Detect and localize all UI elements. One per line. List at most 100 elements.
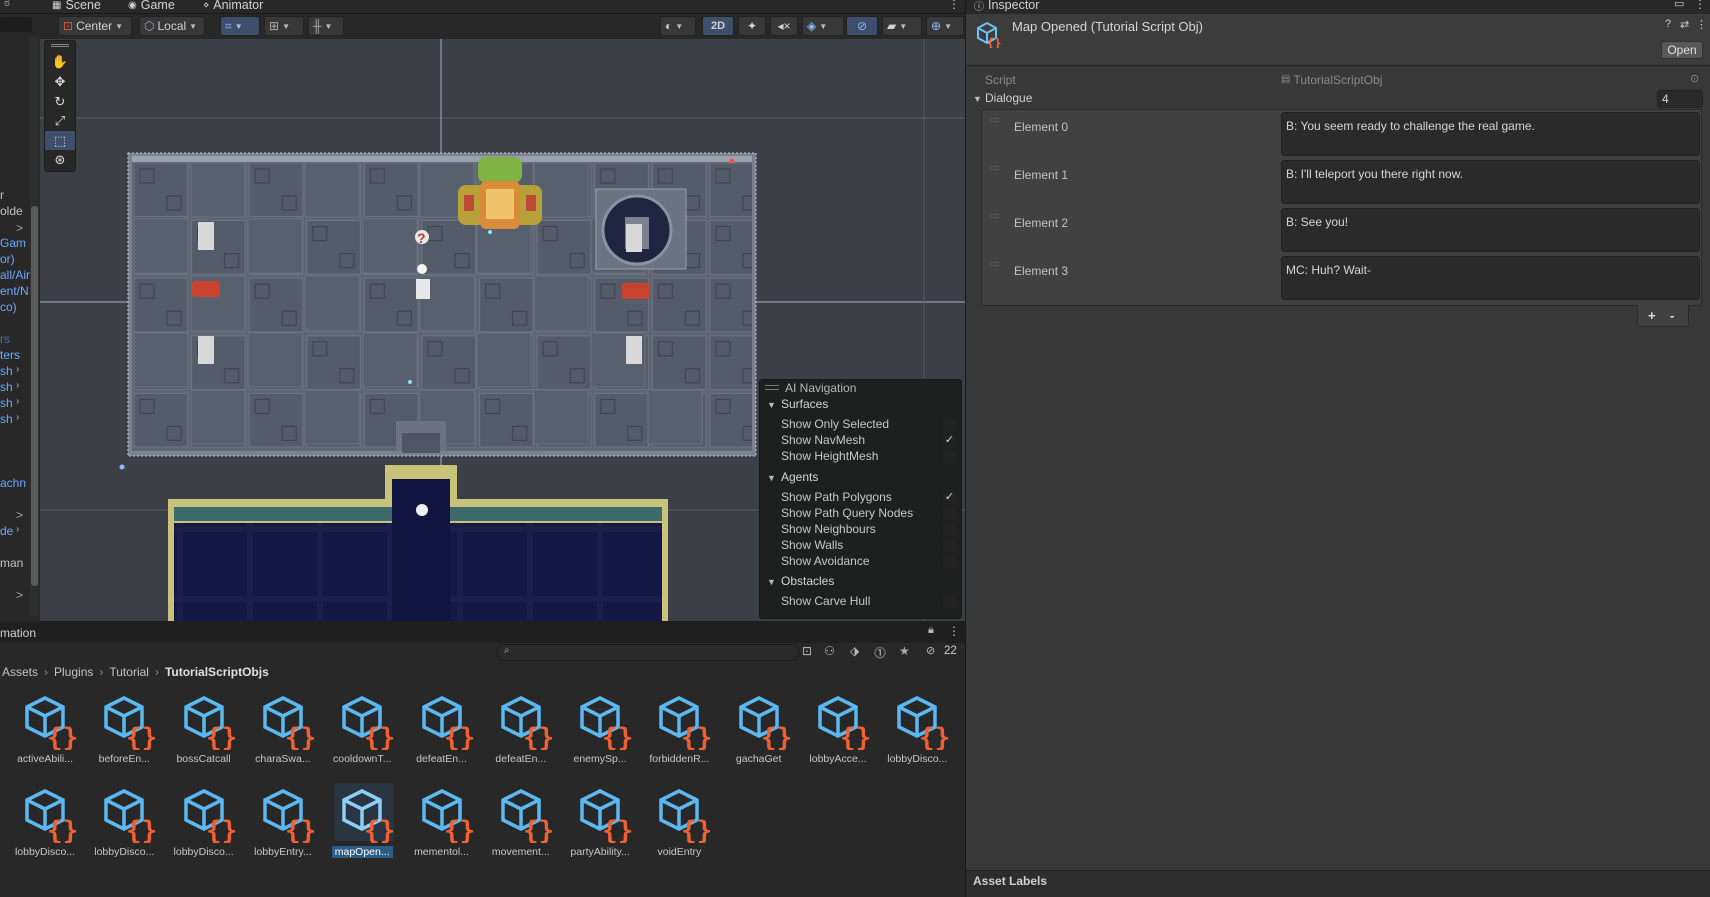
chevron-right-icon[interactable]: › xyxy=(16,364,19,375)
chevron-right-icon[interactable]: › xyxy=(16,380,19,391)
asset-item[interactable]: {} gachaGet xyxy=(719,690,799,770)
hierarchy-item[interactable]: co) xyxy=(0,300,17,314)
drag-handle-icon[interactable] xyxy=(989,262,999,266)
hierarchy-item[interactable]: > xyxy=(16,508,23,522)
show-path-query-nodes-checkbox[interactable] xyxy=(943,507,956,520)
hierarchy-item[interactable]: achn xyxy=(0,476,26,490)
effects-button[interactable]: ◈ ▼ xyxy=(802,16,844,36)
asset-item[interactable]: {} voidEntry xyxy=(639,783,719,863)
pivot-dropdown[interactable]: ⊡ Center ▼ xyxy=(58,16,132,36)
increment-snap-button[interactable]: ╫ ▼ xyxy=(308,16,344,36)
asset-item[interactable]: {} cooldownT... xyxy=(322,690,402,770)
hierarchy-item[interactable]: rs xyxy=(0,332,10,346)
dialogue-text-field[interactable]: B: I'll teleport you there right now. xyxy=(1281,160,1700,204)
rect-tool-button[interactable]: ⬚ xyxy=(45,131,75,150)
show-walls-checkbox[interactable] xyxy=(943,539,956,552)
lock-icon[interactable]: 🔒︎ xyxy=(928,624,934,637)
dialogue-text-field[interactable]: B: You seem ready to challenge the real … xyxy=(1281,112,1700,156)
show-avoidance-checkbox[interactable] xyxy=(943,555,956,568)
hidden-objects-button[interactable]: ⊘ xyxy=(846,16,878,36)
dialogue-text-field[interactable]: MC: Huh? Wait- xyxy=(1281,256,1700,300)
warning-icon[interactable]: ⓵ xyxy=(874,644,886,661)
remove-element-button[interactable]: - xyxy=(1670,308,1674,323)
hierarchy-item[interactable]: > xyxy=(16,221,23,235)
hierarchy-item[interactable]: all/Air xyxy=(0,268,30,282)
section-agents[interactable]: Agents xyxy=(781,470,818,484)
asset-item[interactable]: {} defeatEn... xyxy=(481,690,561,770)
hierarchy-item[interactable]: de xyxy=(0,524,13,538)
tab-game[interactable]: ◉ Game xyxy=(128,0,175,13)
hierarchy-item[interactable]: ent/N xyxy=(0,284,29,298)
dialogue-size-field[interactable]: 4 xyxy=(1657,90,1703,108)
camera-button[interactable]: ▰ ▼ xyxy=(882,16,922,36)
hierarchy-item[interactable]: or) xyxy=(0,252,15,266)
scale-tool-button[interactable]: ⤢ xyxy=(45,111,75,130)
breadcrumb-item[interactable]: TutorialScriptObjs xyxy=(165,665,269,681)
show-carve-hull-checkbox[interactable] xyxy=(943,595,956,608)
object-picker-icon[interactable]: ⊙ xyxy=(1690,72,1699,85)
maximize-icon[interactable]: ▭ xyxy=(1674,0,1684,10)
hierarchy-item[interactable]: sh xyxy=(0,364,13,378)
presets-icon[interactable]: ⇄ xyxy=(1680,18,1689,31)
triangle-down-icon[interactable]: ▼ xyxy=(767,473,776,483)
show-only-selected-checkbox[interactable] xyxy=(943,418,956,431)
filter-by-type-icon[interactable]: ⚇ xyxy=(824,644,835,658)
dialogue-text-field[interactable]: B: See you! xyxy=(1281,208,1700,252)
hierarchy-item[interactable]: r xyxy=(0,188,4,202)
asset-item[interactable]: {} lobbyDisco... xyxy=(877,690,957,770)
hierarchy-scrollbar[interactable] xyxy=(30,36,39,616)
tab-animation[interactable]: mation xyxy=(0,626,36,640)
asset-item[interactable]: {} lobbyEntry... xyxy=(243,783,323,863)
section-surfaces[interactable]: Surfaces xyxy=(781,397,828,411)
asset-item[interactable]: {} mementol... xyxy=(402,783,482,863)
hierarchy-item[interactable]: olde xyxy=(0,204,23,218)
more-options-icon[interactable]: ⋮ xyxy=(948,624,960,638)
hierarchy-item[interactable]: > xyxy=(16,588,23,602)
more-options-icon[interactable]: ⋮ xyxy=(1696,18,1707,31)
asset-item[interactable]: {} mapOpen... xyxy=(322,783,402,863)
show-neighbours-checkbox[interactable] xyxy=(943,523,956,536)
add-element-button[interactable]: + xyxy=(1648,308,1656,323)
hierarchy-item[interactable]: sh xyxy=(0,380,13,394)
breadcrumb-item[interactable]: Assets xyxy=(2,665,38,681)
tab-animator[interactable]: ⋄ Animator xyxy=(203,0,263,13)
hierarchy-item[interactable]: man xyxy=(0,556,23,570)
hierarchy-item[interactable]: sh xyxy=(0,396,13,410)
gizmos-button[interactable]: ⊕ ▼ xyxy=(926,16,964,36)
chevron-right-icon[interactable]: › xyxy=(16,412,19,423)
chevron-right-icon[interactable]: › xyxy=(16,524,19,535)
hidden-packages-icon[interactable]: ⊘ xyxy=(926,644,935,657)
section-obstacles[interactable]: Obstacles xyxy=(781,574,834,588)
overlay-drag-handle[interactable] xyxy=(765,385,779,390)
asset-item[interactable]: {} lobbyDisco... xyxy=(5,783,85,863)
tab-inspector[interactable]: ⓘ Inspector xyxy=(974,0,1039,13)
asset-item[interactable]: {} lobbyDisco... xyxy=(84,783,164,863)
hierarchy-item[interactable]: Gam xyxy=(0,236,26,250)
help-icon[interactable]: ? xyxy=(1665,18,1671,30)
drag-handle-icon[interactable] xyxy=(989,118,999,122)
triangle-down-icon[interactable]: ▼ xyxy=(767,400,776,410)
star-icon[interactable]: ★ xyxy=(899,644,910,658)
chevron-right-icon[interactable]: › xyxy=(16,396,19,407)
asset-item[interactable]: {} lobbyDisco... xyxy=(164,783,244,863)
toggle-2d-button[interactable]: 2D xyxy=(702,16,734,36)
asset-item[interactable]: {} forbiddenR... xyxy=(639,690,719,770)
filter-by-label-icon[interactable]: ⬗ xyxy=(850,644,859,658)
triangle-down-icon[interactable]: ▼ xyxy=(973,94,982,104)
show-path-polygons-checkbox[interactable]: ✓ xyxy=(943,491,956,504)
grid-snap-button[interactable]: ⌗ ▼ xyxy=(220,16,260,36)
hierarchy-search[interactable] xyxy=(0,17,32,32)
asset-item[interactable]: {} lobbyAcce... xyxy=(798,690,878,770)
asset-item[interactable]: {} bossCatcall xyxy=(164,690,244,770)
show-heightmesh-checkbox[interactable] xyxy=(943,450,956,463)
asset-search-input[interactable]: ⌕ xyxy=(497,644,799,661)
asset-item[interactable]: {} activeAbili... xyxy=(5,690,85,770)
transform-tool-button[interactable]: ⊛ xyxy=(45,150,75,169)
triangle-down-icon[interactable]: ▼ xyxy=(767,577,776,587)
grid-toggle-button[interactable]: ⊞ ▼ xyxy=(264,16,304,36)
panel-menu-icon[interactable]: ಠ xyxy=(4,0,10,10)
breadcrumb-item[interactable]: Plugins xyxy=(54,665,93,681)
hierarchy-item[interactable]: ters xyxy=(0,348,20,362)
lighting-button[interactable]: ✦ xyxy=(738,16,766,36)
tab-scene[interactable]: ▦ Scene xyxy=(52,0,101,13)
